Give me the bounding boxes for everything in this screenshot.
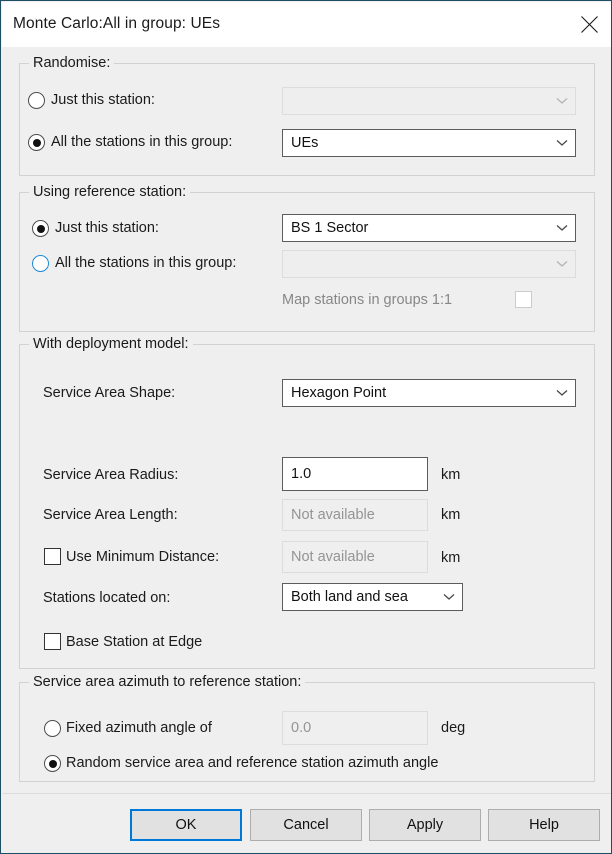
deployment-model-legend: With deployment model: bbox=[29, 336, 193, 352]
combo-reference-just-station[interactable]: BS 1 Sector bbox=[282, 214, 576, 242]
checkbox-base-station-at-edge[interactable] bbox=[44, 633, 61, 650]
combo-randomise-all-stations[interactable]: UEs bbox=[282, 129, 576, 157]
combo-randomise-all-stations-value: UEs bbox=[291, 135, 319, 151]
cancel-button[interactable]: Cancel bbox=[250, 809, 362, 841]
combo-reference-just-station-value: BS 1 Sector bbox=[291, 220, 369, 236]
monte-carlo-dialog: Monte Carlo:All in group: UEs Randomise:… bbox=[0, 0, 612, 854]
combo-reference-all-stations[interactable] bbox=[282, 250, 576, 278]
unit-service-area-length: km bbox=[441, 507, 461, 523]
label-stations-located-on: Stations located on: bbox=[43, 590, 171, 606]
combo-stations-located-on-value: Both land and sea bbox=[291, 589, 408, 605]
label-reference-just-station: Just this station: bbox=[55, 220, 159, 236]
label-reference-all-stations: All the stations in this group: bbox=[55, 255, 237, 271]
radio-reference-just-station[interactable] bbox=[32, 220, 49, 237]
input-service-area-radius[interactable]: 1.0 bbox=[282, 457, 428, 491]
input-fixed-azimuth[interactable]: 0.0 bbox=[282, 711, 428, 745]
radio-fixed-azimuth[interactable] bbox=[44, 720, 61, 737]
button-row-separator bbox=[2, 793, 611, 794]
title-bar: Monte Carlo:All in group: UEs bbox=[2, 2, 611, 47]
reference-station-legend: Using reference station: bbox=[29, 184, 191, 200]
chevron-down-icon bbox=[549, 389, 575, 397]
radio-reference-all-stations[interactable] bbox=[32, 255, 49, 272]
checkbox-use-minimum-distance[interactable] bbox=[44, 548, 61, 565]
checkbox-map-stations-11[interactable] bbox=[515, 291, 532, 308]
label-service-area-shape: Service Area Shape: bbox=[43, 385, 176, 401]
label-base-station-at-edge: Base Station at Edge bbox=[66, 634, 203, 650]
label-fixed-azimuth: Fixed azimuth angle of bbox=[66, 720, 212, 736]
ok-button[interactable]: OK bbox=[130, 809, 242, 841]
radio-random-azimuth[interactable] bbox=[44, 755, 61, 772]
radio-randomise-just-station[interactable] bbox=[28, 92, 45, 109]
chevron-down-icon bbox=[549, 224, 575, 232]
label-randomise-just-station: Just this station: bbox=[51, 92, 155, 108]
apply-button[interactable]: Apply bbox=[369, 809, 481, 841]
combo-service-area-shape-value: Hexagon Point bbox=[291, 385, 387, 401]
label-service-area-length: Service Area Length: bbox=[43, 507, 178, 523]
radio-randomise-all-stations[interactable] bbox=[28, 134, 45, 151]
combo-service-area-shape[interactable]: Hexagon Point bbox=[282, 379, 576, 407]
combo-randomise-just-station[interactable] bbox=[282, 87, 576, 115]
label-service-area-radius: Service Area Radius: bbox=[43, 467, 179, 483]
chevron-down-icon bbox=[436, 593, 462, 601]
randomise-group: Randomise: bbox=[19, 55, 595, 176]
window-title: Monte Carlo:All in group: UEs bbox=[13, 15, 221, 32]
randomise-legend: Randomise: bbox=[29, 55, 115, 71]
unit-fixed-azimuth: deg bbox=[441, 720, 466, 736]
chevron-down-icon bbox=[549, 139, 575, 147]
label-use-minimum-distance: Use Minimum Distance: bbox=[66, 549, 220, 565]
label-randomise-all-stations: All the stations in this group: bbox=[51, 134, 233, 150]
chevron-down-icon bbox=[549, 97, 575, 105]
unit-service-area-radius: km bbox=[441, 467, 461, 483]
unit-minimum-distance: km bbox=[441, 550, 461, 566]
close-icon[interactable] bbox=[566, 2, 611, 47]
input-minimum-distance[interactable]: Not available bbox=[282, 541, 428, 573]
label-random-azimuth: Random service area and reference statio… bbox=[66, 755, 439, 771]
combo-stations-located-on[interactable]: Both land and sea bbox=[282, 583, 463, 611]
chevron-down-icon bbox=[549, 260, 575, 268]
azimuth-legend: Service area azimuth to reference statio… bbox=[29, 674, 306, 690]
help-button[interactable]: Help bbox=[488, 809, 600, 841]
input-service-area-length[interactable]: Not available bbox=[282, 499, 428, 531]
label-map-stations-11: Map stations in groups 1:1 bbox=[282, 292, 453, 308]
